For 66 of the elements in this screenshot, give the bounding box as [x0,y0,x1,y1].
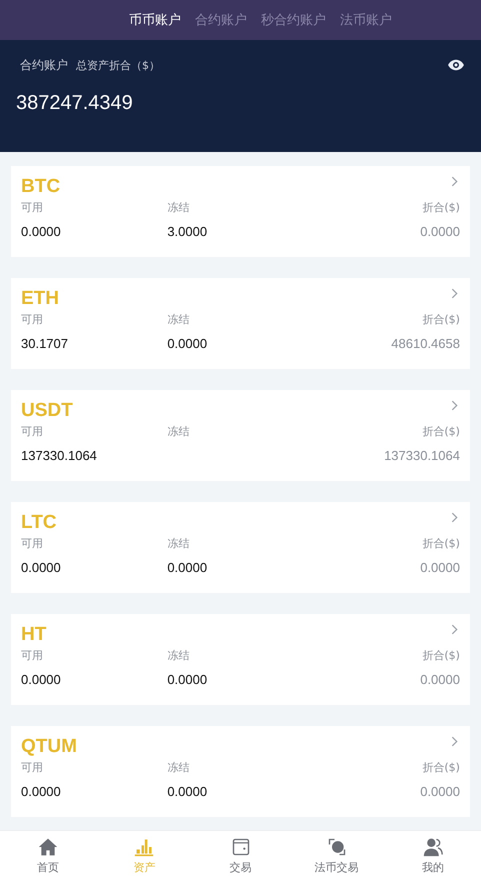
field-label: 折合($) [422,760,460,775]
account-tab[interactable]: 合约账户 [195,11,247,29]
converted-value: 48610.4658 [391,336,460,351]
converted-value: 0.0000 [420,784,460,799]
coin-name: HT [21,624,46,646]
available-value: 137330.1064 [21,448,98,463]
account-tab[interactable]: 币币账户 [129,11,181,29]
asset-card[interactable]: LTC 可用 冻结 折合($) 0.0000 0.0000 0.0000 [11,502,470,593]
field-label: 冻结 [167,312,190,327]
nav-item[interactable]: 法币交易 [288,831,385,881]
available-value: 0.0000 [21,784,62,799]
field-label: 可用 [21,760,44,775]
available-value: 0.0000 [21,672,62,687]
field-label: 折合($) [422,424,460,439]
coin-name: QTUM [21,736,77,758]
available-value: 30.1707 [21,336,69,351]
frozen-value: 0.0000 [167,672,208,687]
field-label: 可用 [21,424,44,439]
available-value: 0.0000 [21,560,62,575]
field-label: 可用 [21,200,44,215]
chevron-icon [451,512,458,523]
chevron-icon [451,624,458,635]
field-label: 可用 [21,536,44,551]
converted-value: 0.0000 [420,224,460,239]
asset-card[interactable]: QTUM 可用 冻结 折合($) 0.0000 0.0000 0.0000 [11,726,470,817]
account-tab[interactable]: 秒合约账户 [261,11,326,29]
house-icon [37,837,60,857]
coin-name: USDT [21,400,73,422]
converted-value: 0.0000 [420,672,460,687]
field-label: 冻结 [167,424,190,439]
field-label: 可用 [21,648,44,663]
account-tab[interactable]: 法币账户 [340,11,392,29]
frozen-value: 0.0000 [167,560,208,575]
field-label: 折合($) [422,200,460,215]
field-label: 冻结 [167,648,190,663]
chevron-icon [451,736,458,747]
frozen-value: 0.0000 [167,336,208,351]
coin-name: ETH [21,288,59,310]
asset-card[interactable]: HT 可用 冻结 折合($) 0.0000 0.0000 0.0000 [11,614,470,705]
field-label: 折合($) [422,648,460,663]
field-label: 折合($) [422,536,460,551]
user-icon [422,837,444,857]
nav-item[interactable]: 交易 [192,831,289,881]
frozen-value: 0.0000 [167,784,208,799]
asset-card[interactable]: ETH 可用 冻结 折合($) 30.1707 0.0000 48610.4658 [11,278,470,369]
converted-value: 0.0000 [420,560,460,575]
coin-name: LTC [21,512,57,534]
field-label: 冻结 [167,536,190,551]
coin-name: BTC [21,176,60,198]
field-label: 冻结 [167,200,190,215]
asset-card[interactable]: BTC 可用 冻结 折合($) 0.0000 3.0000 0.0000 [11,166,470,257]
available-value: 0.0000 [21,224,62,239]
field-label: 可用 [21,312,44,327]
frozen-value: 3.0000 [167,224,208,239]
total-caption: 总资产折合（$） [76,58,160,72]
nav-item[interactable]: 首页 [0,831,96,881]
account-label: 合约账户 [20,56,68,74]
chevron-icon [451,288,458,299]
total-value: 387247.4349 [16,92,134,115]
field-label: 折合($) [422,312,460,327]
asset-card[interactable]: USDT 可用 冻结 折合($) 137330.1064 137330.1064 [11,390,470,481]
chevron-icon [451,400,458,411]
converted-value: 137330.1064 [384,448,460,463]
field-label: 冻结 [167,760,190,775]
chevron-icon [451,176,458,187]
nav-item[interactable]: 我的 [384,831,481,881]
